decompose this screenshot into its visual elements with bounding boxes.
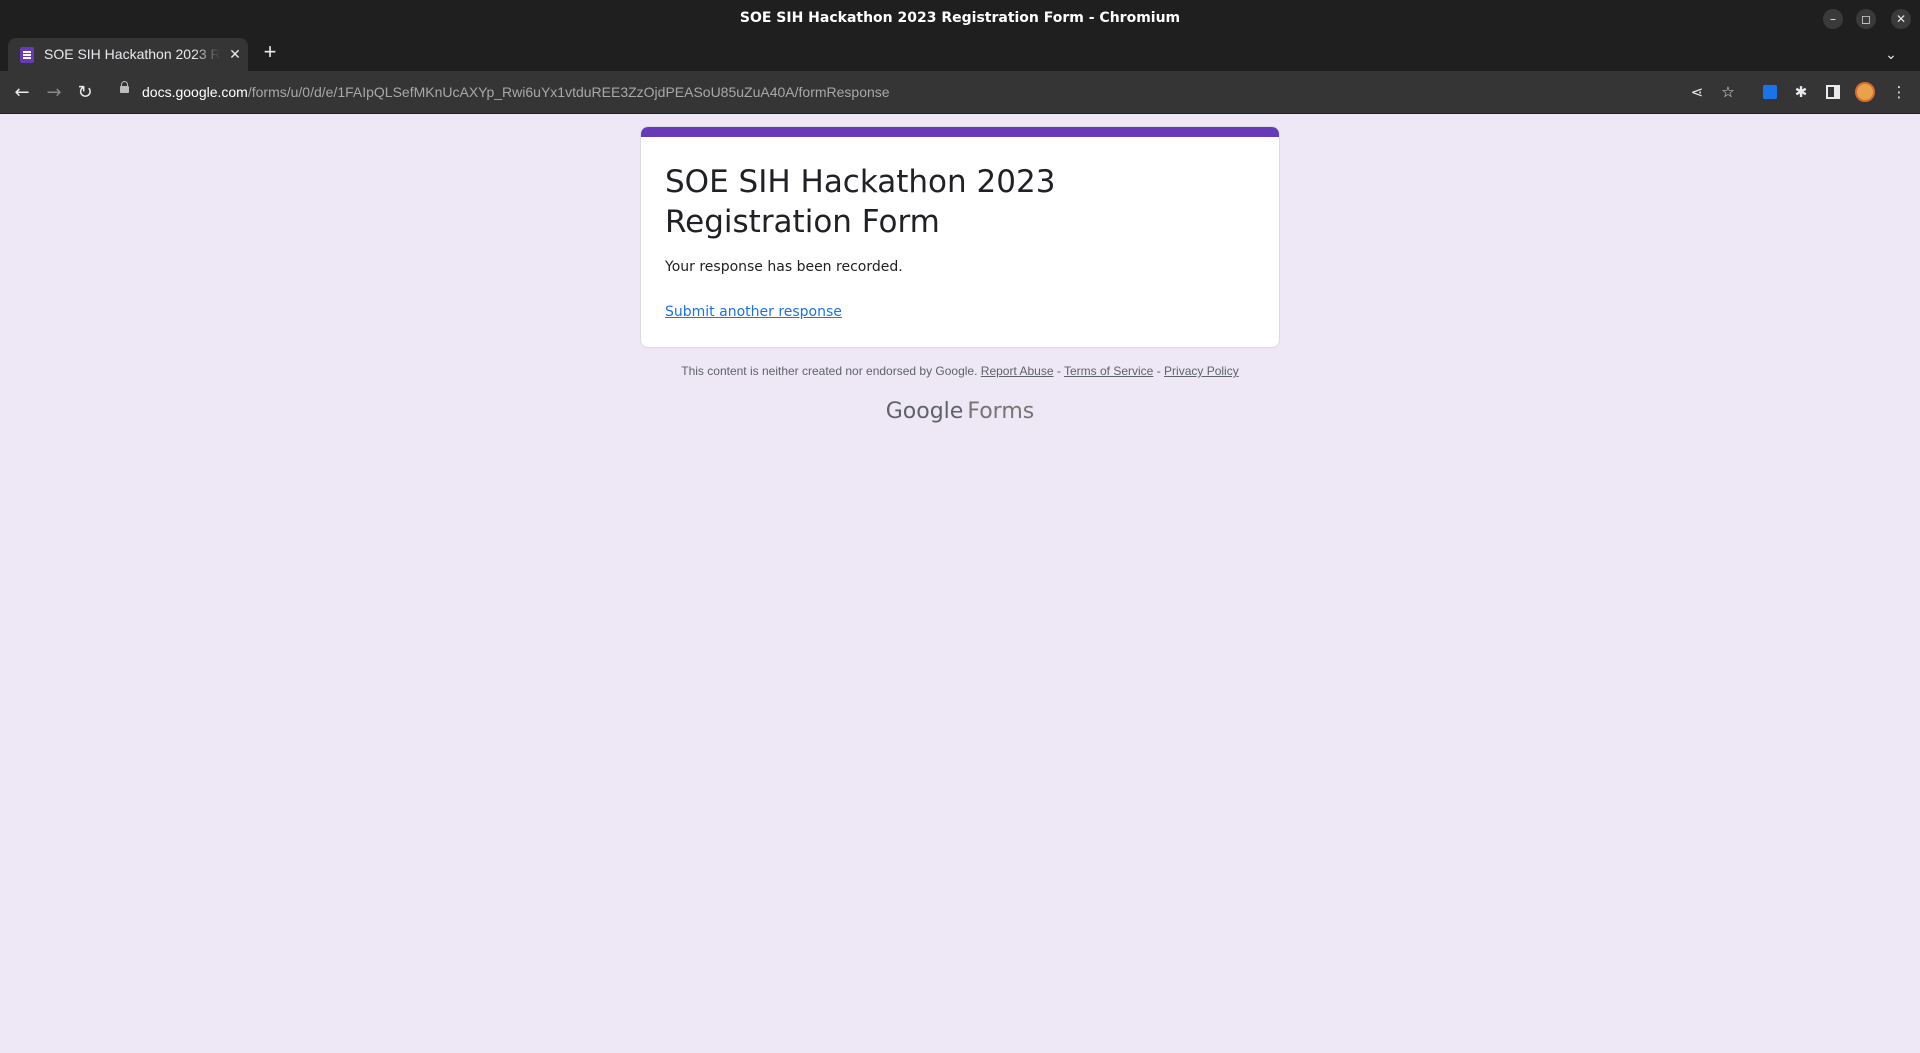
footer-disclaimer: This content is neither created nor endo… xyxy=(640,364,1280,378)
reload-button[interactable]: ↻ xyxy=(73,81,97,105)
url-text[interactable]: docs.google.com/forms/u/0/d/e/1FAIpQLSef… xyxy=(142,75,890,109)
url-path: /forms/u/0/d/e/1FAIpQLSefMKnUcAXYp_Rwi6u… xyxy=(247,84,890,100)
form-confirmation-card: SOE SIH Hackathon 2023 Registration Form… xyxy=(640,126,1280,348)
forward-button[interactable]: → xyxy=(42,81,66,105)
tab-label: SOE SIH Hackathon 2023 Registration Form xyxy=(44,46,220,62)
share-icon[interactable]: ⋖ xyxy=(1685,80,1709,104)
footer-separator: - xyxy=(1056,364,1061,378)
tab-strip: SOE SIH Hackathon 2023 Registration Form… xyxy=(0,37,1920,71)
close-window-button[interactable]: ✕ xyxy=(1891,9,1911,29)
footer-separator: - xyxy=(1156,364,1161,378)
bookmark-star-icon[interactable]: ☆ xyxy=(1716,80,1740,104)
google-forms-logo[interactable]: Google Forms xyxy=(640,399,1280,424)
side-panel-icon[interactable] xyxy=(1821,80,1845,104)
window-title-bar: SOE SIH Hackathon 2023 Registration Form… xyxy=(0,0,1920,37)
profile-avatar[interactable] xyxy=(1853,80,1877,104)
tab-forms[interactable]: SOE SIH Hackathon 2023 Registration Form… xyxy=(8,38,248,71)
browser-menu-icon[interactable]: ⋮ xyxy=(1887,80,1911,104)
extension-icon[interactable] xyxy=(1758,80,1782,104)
confirmation-message: Your response has been recorded. xyxy=(665,259,903,275)
logo-forms-text: Forms xyxy=(967,399,1035,424)
google-forms-icon xyxy=(20,47,34,63)
url-host: docs.google.com xyxy=(142,84,248,100)
form-accent-bar xyxy=(641,127,1279,137)
browser-toolbar: ← → ↻ docs.google.com/forms/u/0/d/e/1FAI… xyxy=(0,71,1920,114)
form-title: SOE SIH Hackathon 2023 Registration Form xyxy=(665,164,1056,240)
report-abuse-link[interactable]: Report Abuse xyxy=(981,364,1054,378)
disclaimer-text: This content is neither created nor endo… xyxy=(681,364,978,378)
terms-of-service-link[interactable]: Terms of Service xyxy=(1064,364,1153,378)
new-tab-button[interactable]: + xyxy=(259,41,281,63)
window-title: SOE SIH Hackathon 2023 Registration Form… xyxy=(739,10,1181,26)
extensions-puzzle-icon[interactable]: ✱ xyxy=(1789,80,1813,104)
logo-google-text: Google xyxy=(885,399,964,424)
tab-search-button[interactable]: ⌄ xyxy=(1881,44,1901,64)
maximize-window-button[interactable]: ◻ xyxy=(1856,9,1876,29)
tab-close-icon[interactable]: ✕ xyxy=(226,45,244,63)
minimize-window-button[interactable]: – xyxy=(1823,9,1843,29)
lock-icon[interactable] xyxy=(120,81,129,93)
address-bar[interactable]: docs.google.com/forms/u/0/d/e/1FAIpQLSef… xyxy=(108,75,1718,109)
back-button[interactable]: ← xyxy=(10,81,34,105)
submit-another-response-link[interactable]: Submit another response xyxy=(665,304,842,320)
privacy-policy-link[interactable]: Privacy Policy xyxy=(1164,364,1239,378)
